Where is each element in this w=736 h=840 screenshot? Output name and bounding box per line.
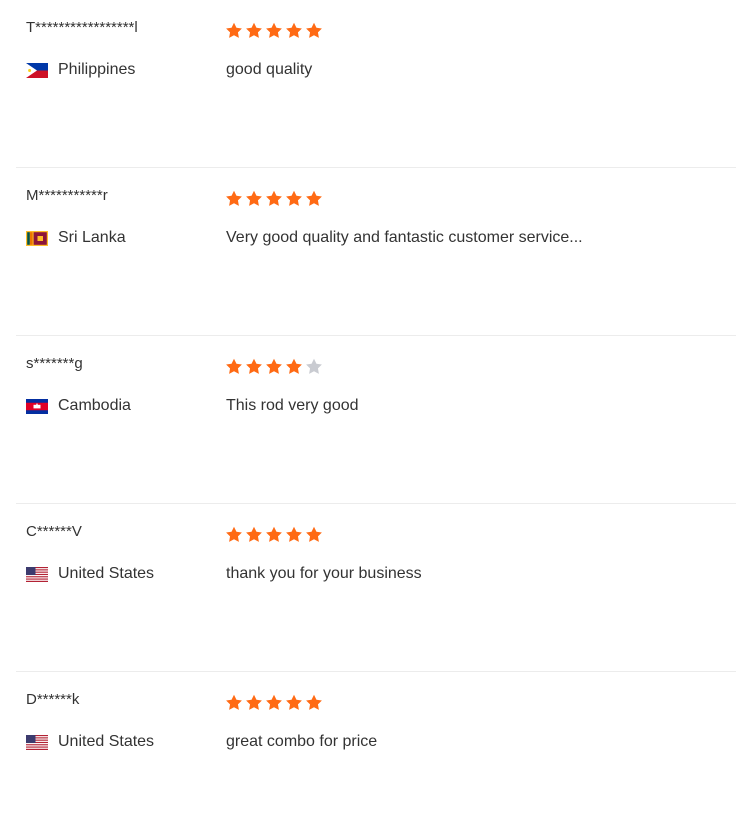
star-filled-icon [266,358,282,374]
reviewer-name: D******k [26,691,80,708]
united-states-flag-icon [26,734,48,750]
united-states-flag-icon [26,566,48,582]
reviewer-name: T*****************l [26,19,138,36]
star-filled-icon [266,526,282,542]
star-filled-icon [306,694,322,710]
country-name: Philippines [58,61,136,78]
sri-lanka-flag-icon [26,230,48,246]
star-filled-icon [286,190,302,206]
star-filled-icon [226,526,242,542]
star-filled-icon [246,526,262,542]
review-item: D******k United States great combo for p… [16,672,736,840]
star-filled-icon [266,694,282,710]
reviewer-country: United States [26,564,154,584]
reviewer-name: M***********r [26,187,108,204]
star-filled-icon [306,190,322,206]
star-filled-icon [306,526,322,542]
reviewer-country: Cambodia [26,396,131,416]
reviewer-country: Sri Lanka [26,228,126,248]
star-filled-icon [226,22,242,38]
star-filled-icon [246,358,262,374]
review-text: great combo for price [226,733,378,750]
review-item: M***********r Sri Lanka Very good qualit… [16,168,736,336]
star-filled-icon [286,358,302,374]
country-name: Sri Lanka [58,229,126,246]
star-rating [225,190,323,208]
reviewer-name: s*******g [26,355,83,372]
star-filled-icon [286,22,302,38]
philippines-flag-icon [26,62,48,78]
reviewer-country: Philippines [26,60,135,80]
country-name: Cambodia [58,397,131,414]
review-item: T*****************l Philippines good qua… [16,0,736,168]
country-name: United States [58,733,155,750]
reviewer-country: United States [26,732,154,752]
star-filled-icon [246,694,262,710]
cambodia-flag-icon [26,398,48,414]
star-filled-icon [286,526,302,542]
review-text: good quality [226,61,313,78]
star-filled-icon [306,22,322,38]
country-name: United States [58,565,155,582]
review-item: s*******g Cambodia This rod very good [16,336,736,504]
star-filled-icon [226,694,242,710]
star-rating [225,526,323,544]
star-empty-icon [306,358,322,374]
star-filled-icon [246,22,262,38]
reviewer-name: C******V [26,523,82,540]
review-text: Very good quality and fantastic customer… [226,229,583,246]
star-rating [225,22,323,40]
review-list: T*****************l Philippines good qua… [16,0,736,840]
star-filled-icon [226,358,242,374]
star-filled-icon [266,190,282,206]
star-filled-icon [226,190,242,206]
star-filled-icon [286,694,302,710]
review-item: C******V United States thank you for you… [16,504,736,672]
star-filled-icon [266,22,282,38]
review-text: This rod very good [226,397,359,414]
star-rating [225,358,323,376]
star-rating [225,694,323,712]
review-text: thank you for your business [226,565,422,582]
star-filled-icon [246,190,262,206]
